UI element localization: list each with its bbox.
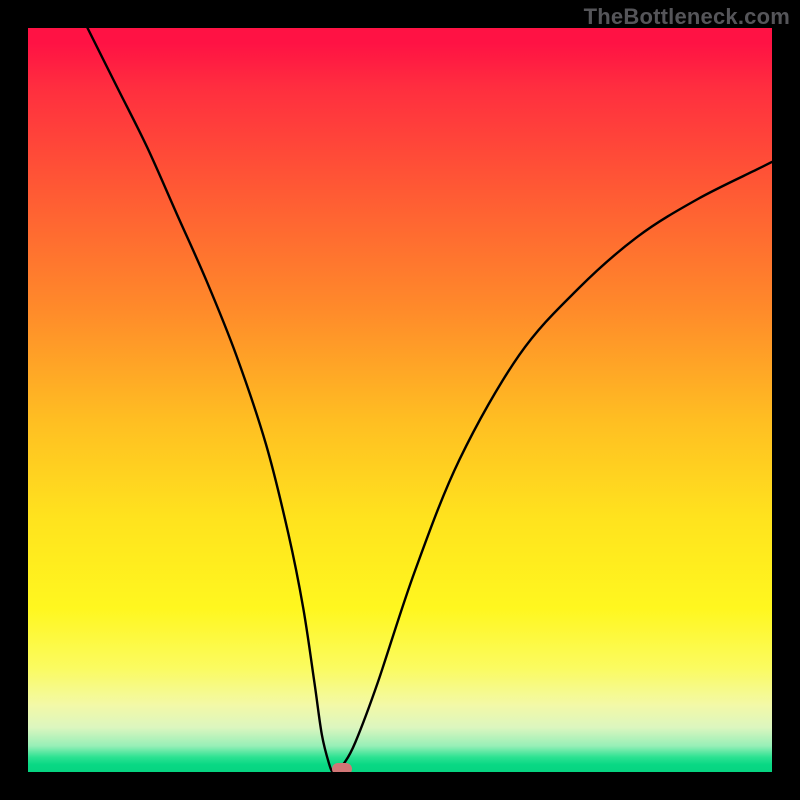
chart-frame: TheBottleneck.com xyxy=(0,0,800,800)
minimum-marker xyxy=(332,763,352,772)
curve-svg xyxy=(28,28,772,772)
bottleneck-curve xyxy=(88,28,772,772)
plot-area xyxy=(28,28,772,772)
watermark-text: TheBottleneck.com xyxy=(584,4,790,30)
